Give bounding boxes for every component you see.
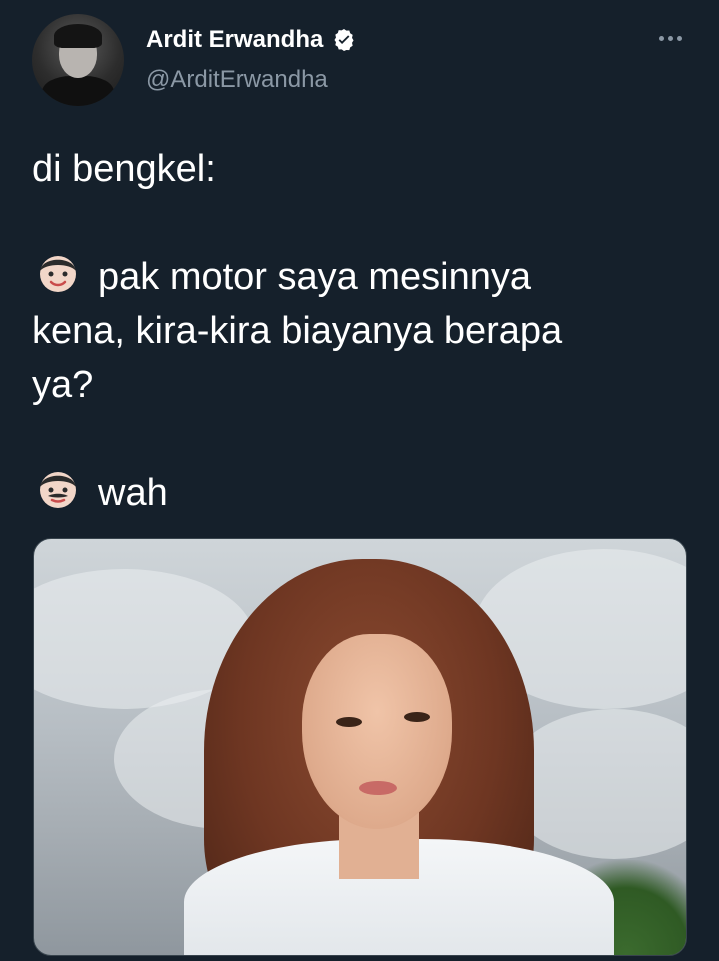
tweet-text-line: kena, kira-kira biayanya berapa xyxy=(32,310,563,352)
tweet-text-empty-line xyxy=(32,196,682,250)
tweet-text-line: wah xyxy=(32,466,682,520)
tweet-text-line: ya? xyxy=(32,364,94,406)
tweet-text-empty-line xyxy=(32,412,682,466)
author-avatar[interactable] xyxy=(32,14,124,106)
portrait-face-shape xyxy=(302,634,452,829)
more-dot-icon xyxy=(667,35,673,41)
more-options-button[interactable] xyxy=(655,28,685,48)
author-name-row[interactable]: Ardit Erwandha xyxy=(146,26,357,54)
tweet-text-line: di bengkel: xyxy=(32,148,216,190)
more-dot-icon xyxy=(658,35,664,41)
verified-badge-icon xyxy=(331,27,357,53)
avatar-hair-shape xyxy=(54,24,102,48)
avatar-body-shape xyxy=(42,76,114,106)
man-with-mustache-emoji-icon xyxy=(32,467,84,511)
author-handle[interactable]: @ArditErwandha xyxy=(146,66,328,94)
tweet-text-line: pak motor saya mesinnya xyxy=(32,250,682,304)
portrait-lips-shape xyxy=(359,781,397,795)
portrait-eye-shape xyxy=(336,717,362,727)
tweet-header: Ardit Erwandha @ArditErwandha xyxy=(32,14,687,106)
tweet-media-photo[interactable] xyxy=(33,538,687,956)
tweet-text: di bengkel: pak motor saya mesinnya kena… xyxy=(32,142,682,520)
more-dot-icon xyxy=(676,35,682,41)
tweet-text-segment: pak motor saya mesinnya xyxy=(98,256,531,298)
portrait-eye-shape xyxy=(404,712,430,722)
tweet-text-segment: wah xyxy=(98,472,168,514)
boy-face-emoji-icon xyxy=(32,251,84,295)
author-display-name[interactable]: Ardit Erwandha xyxy=(146,26,323,54)
